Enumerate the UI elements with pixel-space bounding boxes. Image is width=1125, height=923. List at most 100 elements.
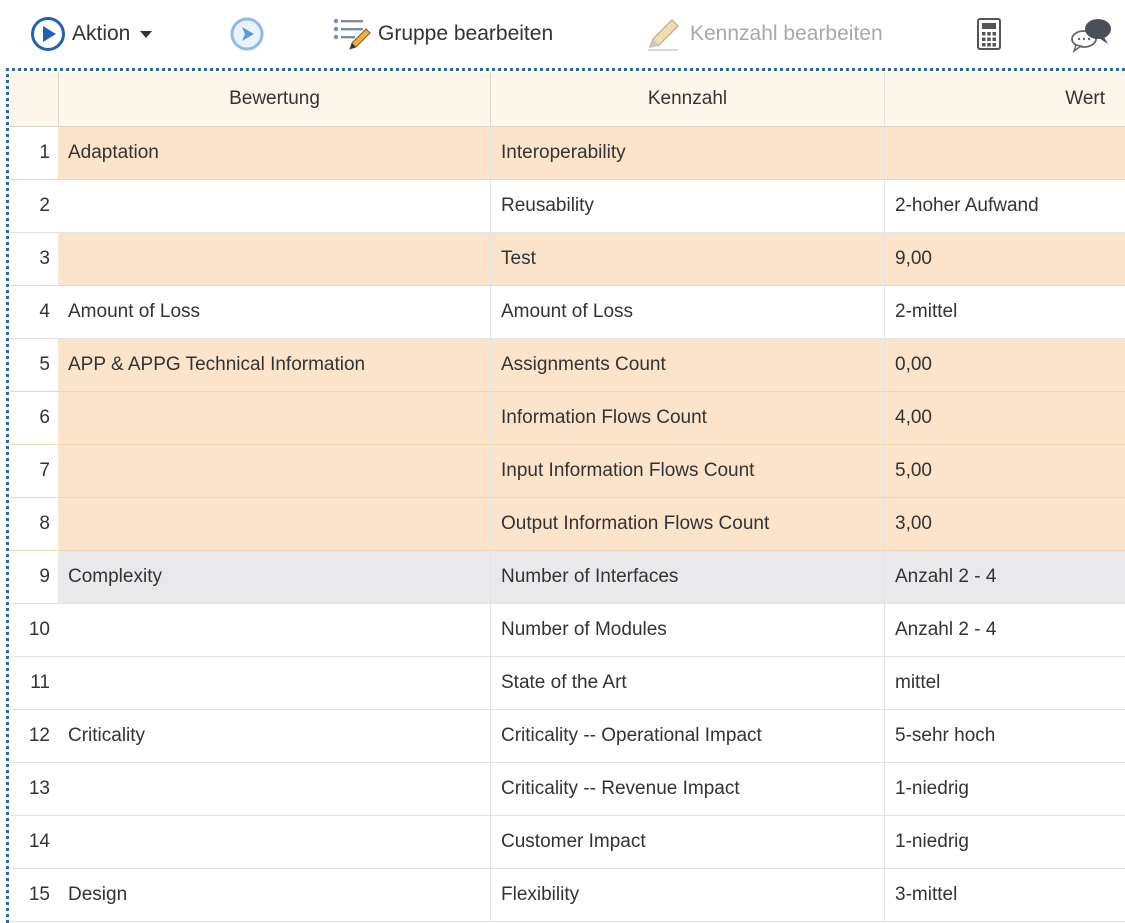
- kennzahl-cell[interactable]: Test: [490, 233, 884, 285]
- kennzahl-cell[interactable]: Amount of Loss: [490, 286, 884, 338]
- column-header-wert[interactable]: Wert: [884, 72, 1125, 126]
- bewertung-cell[interactable]: [58, 445, 490, 497]
- table-row-selected[interactable]: 9 Complexity Number of Interfaces Anzahl…: [10, 551, 1125, 604]
- kennzahl-cell[interactable]: State of the Art: [490, 657, 884, 709]
- kennzahl-table: Bewertung Kennzahl Wert 1 Adaptation Int…: [10, 72, 1125, 922]
- column-header-kennzahl[interactable]: Kennzahl: [490, 72, 884, 126]
- focus-border-top: [6, 68, 1125, 71]
- focus-border-left: [6, 68, 9, 923]
- wert-cell[interactable]: 1-niedrig: [884, 763, 1125, 815]
- table-row[interactable]: 2 Reusability 2-hoher Aufwand: [10, 180, 1125, 233]
- wert-cell[interactable]: 9,00: [884, 233, 1125, 285]
- row-number: 6: [39, 407, 50, 428]
- wert-cell[interactable]: 5-sehr hoch: [884, 710, 1125, 762]
- wert-cell[interactable]: 4,00: [884, 392, 1125, 444]
- kennzahl-cell[interactable]: Criticality -- Revenue Impact: [490, 763, 884, 815]
- bewertung-cell[interactable]: Design: [58, 869, 490, 921]
- table-row[interactable]: 14 Customer Impact 1-niedrig: [10, 816, 1125, 869]
- comments-icon: [1068, 15, 1116, 53]
- bewertung-cell[interactable]: [58, 763, 490, 815]
- wert-cell[interactable]: 3-mittel: [884, 869, 1125, 921]
- calculator-icon: [974, 16, 1004, 52]
- play-circle-icon: [30, 16, 66, 52]
- table-row[interactable]: 15 Design Flexibility 3-mittel: [10, 869, 1125, 922]
- kennzahl-cell[interactable]: Information Flows Count: [490, 392, 884, 444]
- edit-group-icon: [332, 15, 374, 53]
- row-number: 2: [39, 195, 50, 216]
- table-row[interactable]: 11 State of the Art mittel: [10, 657, 1125, 710]
- kennzahl-cell[interactable]: Input Information Flows Count: [490, 445, 884, 497]
- table-row[interactable]: 5 APP & APPG Technical Information Assig…: [10, 339, 1125, 392]
- row-number: 1: [39, 142, 50, 163]
- bewertung-cell[interactable]: [58, 233, 490, 285]
- wert-cell[interactable]: 0,00: [884, 339, 1125, 391]
- column-header-bewertung[interactable]: Bewertung: [58, 72, 490, 126]
- table-row[interactable]: 4 Amount of Loss Amount of Loss 2-mittel: [10, 286, 1125, 339]
- wert-cell[interactable]: 5,00: [884, 445, 1125, 497]
- wert-cell[interactable]: Anzahl 2 - 4: [884, 604, 1125, 656]
- row-number: 7: [39, 460, 50, 481]
- wert-cell[interactable]: 1-niedrig: [884, 816, 1125, 868]
- row-number: 15: [28, 884, 50, 905]
- kennzahl-cell[interactable]: Interoperability: [490, 127, 884, 179]
- table-row[interactable]: 12 Criticality Criticality -- Operationa…: [10, 710, 1125, 763]
- bewertung-cell[interactable]: [58, 392, 490, 444]
- bewertung-cell[interactable]: Criticality: [58, 710, 490, 762]
- bewertung-cell[interactable]: [58, 180, 490, 232]
- bewertung-cell[interactable]: Amount of Loss: [58, 286, 490, 338]
- wert-cell[interactable]: 3,00: [884, 498, 1125, 550]
- row-number: 3: [39, 248, 50, 269]
- table-row[interactable]: 8 Output Information Flows Count 3,00: [10, 498, 1125, 551]
- kennzahl-bearbeiten-label: Kennzahl bearbeiten: [690, 22, 883, 45]
- row-number: 11: [30, 672, 50, 693]
- calculator-button[interactable]: [974, 14, 1004, 54]
- toolbar: Aktion Gruppe bearbeiten Kennzahl bearbe…: [0, 0, 1125, 68]
- wert-cell[interactable]: 2-mittel: [884, 286, 1125, 338]
- bewertung-cell[interactable]: Adaptation: [58, 127, 490, 179]
- kennzahl-cell[interactable]: Customer Impact: [490, 816, 884, 868]
- aktion-menu-button[interactable]: Aktion: [30, 14, 153, 54]
- kennzahl-cell[interactable]: Number of Modules: [490, 604, 884, 656]
- gruppe-bearbeiten-label: Gruppe bearbeiten: [378, 22, 554, 45]
- row-number: 4: [39, 301, 50, 322]
- row-number: 9: [39, 566, 50, 587]
- row-number: 12: [28, 725, 50, 746]
- table-row[interactable]: 6 Information Flows Count 4,00: [10, 392, 1125, 445]
- forward-button[interactable]: [228, 14, 266, 54]
- kennzahl-cell[interactable]: Criticality -- Operational Impact: [490, 710, 884, 762]
- wert-cell[interactable]: mittel: [884, 657, 1125, 709]
- bewertung-cell[interactable]: [58, 816, 490, 868]
- row-number: 13: [28, 778, 50, 799]
- kennzahl-cell[interactable]: Number of Interfaces: [490, 551, 884, 603]
- row-number: 10: [28, 619, 50, 640]
- table-row[interactable]: 10 Number of Modules Anzahl 2 - 4: [10, 604, 1125, 657]
- row-number: 14: [28, 831, 50, 852]
- bewertung-cell[interactable]: [58, 498, 490, 550]
- row-number: 8: [39, 513, 50, 534]
- gruppe-bearbeiten-button[interactable]: Gruppe bearbeiten: [332, 14, 553, 54]
- table-row[interactable]: 7 Input Information Flows Count 5,00: [10, 445, 1125, 498]
- row-number-header: [10, 72, 58, 126]
- bewertung-cell[interactable]: Complexity: [58, 551, 490, 603]
- kennzahl-cell[interactable]: Flexibility: [490, 869, 884, 921]
- chevron-down-icon: [140, 30, 153, 38]
- bewertung-cell[interactable]: [58, 604, 490, 656]
- bewertung-cell[interactable]: [58, 657, 490, 709]
- table-row[interactable]: 13 Criticality -- Revenue Impact 1-niedr…: [10, 763, 1125, 816]
- wert-cell[interactable]: [884, 127, 1125, 179]
- kennzahl-cell[interactable]: Output Information Flows Count: [490, 498, 884, 550]
- table-row[interactable]: 1 Adaptation Interoperability: [10, 127, 1125, 180]
- kennzahl-cell[interactable]: Assignments Count: [490, 339, 884, 391]
- row-number: 5: [39, 354, 50, 375]
- bewertung-cell[interactable]: APP & APPG Technical Information: [58, 339, 490, 391]
- wert-cell[interactable]: Anzahl 2 - 4: [884, 551, 1125, 603]
- forward-icon: [228, 16, 266, 52]
- wert-cell[interactable]: 2-hoher Aufwand: [884, 180, 1125, 232]
- comments-button[interactable]: [1068, 14, 1116, 54]
- kennzahl-cell[interactable]: Reusability: [490, 180, 884, 232]
- table-row[interactable]: 3 Test 9,00: [10, 233, 1125, 286]
- table-header: Bewertung Kennzahl Wert: [10, 72, 1125, 127]
- aktion-label: Aktion: [72, 22, 131, 45]
- pencil-icon: [644, 15, 684, 53]
- kennzahl-bearbeiten-button[interactable]: Kennzahl bearbeiten: [644, 14, 883, 54]
